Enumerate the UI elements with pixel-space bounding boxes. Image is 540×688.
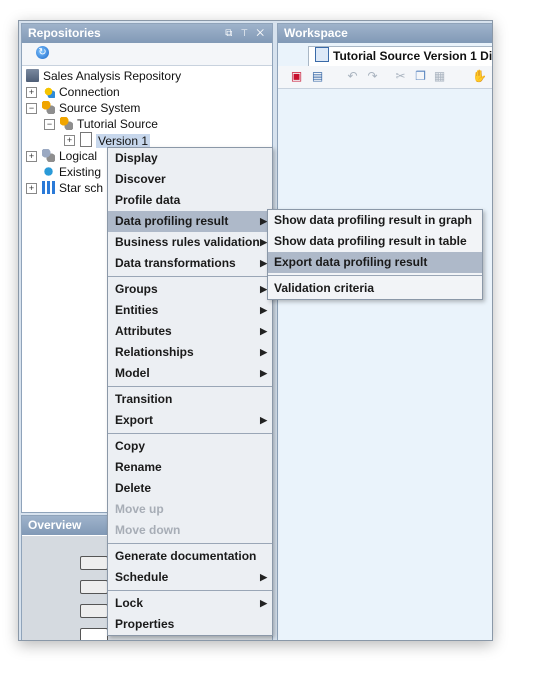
existing-icon: [42, 165, 55, 178]
menu-item-model[interactable]: Model ▶: [108, 363, 272, 384]
repository-icon: [26, 69, 39, 82]
menu-item-delete[interactable]: Delete: [108, 478, 272, 499]
submenu-item-export-result[interactable]: Export data profiling result: [268, 252, 482, 273]
menu-item-move-down: Move down: [115, 523, 181, 537]
pdf-icon[interactable]: ▣: [290, 70, 303, 83]
menu-item-move-up: Move up: [115, 502, 164, 516]
expand-icon[interactable]: +: [26, 87, 37, 98]
menu-item-copy[interactable]: Copy: [108, 436, 272, 457]
expand-icon[interactable]: +: [64, 135, 75, 146]
refresh-icon[interactable]: ↻: [36, 46, 49, 59]
submenu-item-show-table[interactable]: Show data profiling result in table: [268, 231, 482, 252]
menu-item-profile-data[interactable]: Profile data: [108, 190, 272, 211]
application-window: Repositories ⧉ ⊤ ✕ ↻ Sales Analysis Repo…: [18, 20, 493, 641]
menu-item-lock[interactable]: Lock ▶: [108, 593, 272, 614]
source-icon: [60, 117, 73, 130]
tree-node-star-schema[interactable]: Star sch: [42, 180, 103, 196]
overview-node: [80, 604, 108, 618]
menu-separator: [268, 275, 482, 276]
logical-icon: [42, 149, 55, 162]
submenu-arrow-icon: ▶: [260, 572, 267, 582]
panel-controls[interactable]: ⧉ ⊤ ✕: [225, 24, 267, 43]
workspace-toolbar: ▣ ▤ ↶ ↷ ✂ ❐ ▦ ✋: [278, 66, 492, 89]
overview-node: [80, 556, 108, 570]
paste-icon[interactable]: ▦: [433, 70, 446, 83]
submenu-arrow-icon: ▶: [260, 237, 267, 247]
menu-item-groups[interactable]: Groups ▶: [108, 279, 272, 300]
overview-node: [80, 628, 108, 640]
tree-node-sales-analysis-repository[interactable]: Sales Analysis Repository: [26, 68, 181, 84]
submenu-arrow-icon: ▶: [260, 326, 267, 336]
version-icon: [80, 132, 92, 147]
workspace-title: Workspace: [284, 26, 348, 40]
redo-icon[interactable]: ↷: [366, 70, 379, 83]
submenu-arrow-icon: ▶: [260, 368, 267, 378]
menu-item-export[interactable]: Export ▶: [108, 410, 272, 431]
overview-node: [80, 580, 108, 594]
submenu-arrow-icon: ▶: [260, 216, 267, 226]
source-system-icon: [42, 101, 55, 114]
cut-icon[interactable]: ✂: [394, 70, 407, 83]
menu-item-entities[interactable]: Entities ▶: [108, 300, 272, 321]
workspace-panel: Workspace Tutorial Source Version 1 Di ▣…: [277, 23, 492, 640]
menu-item-rename[interactable]: Rename: [108, 457, 272, 478]
menu-separator: [108, 276, 272, 277]
submenu-arrow-icon: ▶: [260, 598, 267, 608]
print-icon[interactable]: ▤: [311, 70, 324, 83]
repositories-title: Repositories: [28, 26, 101, 40]
submenu-arrow-icon: ▶: [260, 284, 267, 294]
copy-icon[interactable]: ❐: [414, 70, 427, 83]
menu-item-schedule[interactable]: Schedule ▶: [108, 567, 272, 588]
tree-node-logical[interactable]: Logical: [42, 148, 97, 164]
submenu-arrow-icon: ▶: [260, 415, 267, 425]
menu-item-properties[interactable]: Properties: [108, 614, 272, 635]
menu-item-data-profiling-result[interactable]: Data profiling result ▶: [108, 211, 272, 232]
tree-node-connection[interactable]: Connection: [42, 84, 120, 100]
menu-item-display[interactable]: Display: [108, 148, 272, 169]
expand-icon[interactable]: +: [26, 183, 37, 194]
repositories-toolbar: ↻: [22, 43, 272, 66]
data-profiling-submenu: Show data profiling result in graph Show…: [267, 209, 483, 300]
menu-item-discover[interactable]: Discover: [108, 169, 272, 190]
menu-separator: [108, 590, 272, 591]
star-schema-icon: [42, 181, 55, 194]
tree-node-existing[interactable]: Existing: [42, 164, 101, 180]
pan-hand-icon[interactable]: ✋: [472, 70, 487, 83]
overview-title: Overview: [28, 518, 82, 532]
menu-separator: [108, 543, 272, 544]
menu-separator: [108, 433, 272, 434]
tree-node-tutorial-source[interactable]: Tutorial Source: [60, 116, 158, 132]
menu-item-business-rules-validation[interactable]: Business rules validation ▶: [108, 232, 272, 253]
collapse-icon[interactable]: −: [44, 119, 55, 130]
expand-icon[interactable]: +: [26, 151, 37, 162]
tree-node-version-1[interactable]: Version 1: [80, 132, 151, 148]
submenu-arrow-icon: ▶: [260, 258, 267, 268]
tab-tutorial-source-diagram[interactable]: Tutorial Source Version 1 Di: [308, 46, 492, 66]
menu-item-data-transformations[interactable]: Data transformations ▶: [108, 253, 272, 274]
undo-icon[interactable]: ↶: [346, 70, 359, 83]
collapse-icon[interactable]: −: [26, 103, 37, 114]
diagram-icon: [315, 47, 329, 62]
menu-item-relationships[interactable]: Relationships ▶: [108, 342, 272, 363]
submenu-arrow-icon: ▶: [260, 305, 267, 315]
tree-node-source-system[interactable]: Source System: [42, 100, 140, 116]
menu-separator: [108, 386, 272, 387]
submenu-arrow-icon: ▶: [260, 347, 267, 357]
menu-item-generate-documentation[interactable]: Generate documentation: [108, 546, 272, 567]
context-menu: Display Discover Profile data Data profi…: [107, 147, 273, 636]
repositories-header: Repositories ⧉ ⊤ ✕: [22, 24, 272, 43]
menu-item-transition[interactable]: Transition: [108, 389, 272, 410]
workspace-header: Workspace: [278, 24, 492, 43]
submenu-item-show-graph[interactable]: Show data profiling result in graph: [268, 210, 482, 231]
submenu-item-validation-criteria[interactable]: Validation criteria: [268, 278, 482, 299]
menu-item-attributes[interactable]: Attributes ▶: [108, 321, 272, 342]
connection-icon: [42, 85, 55, 98]
